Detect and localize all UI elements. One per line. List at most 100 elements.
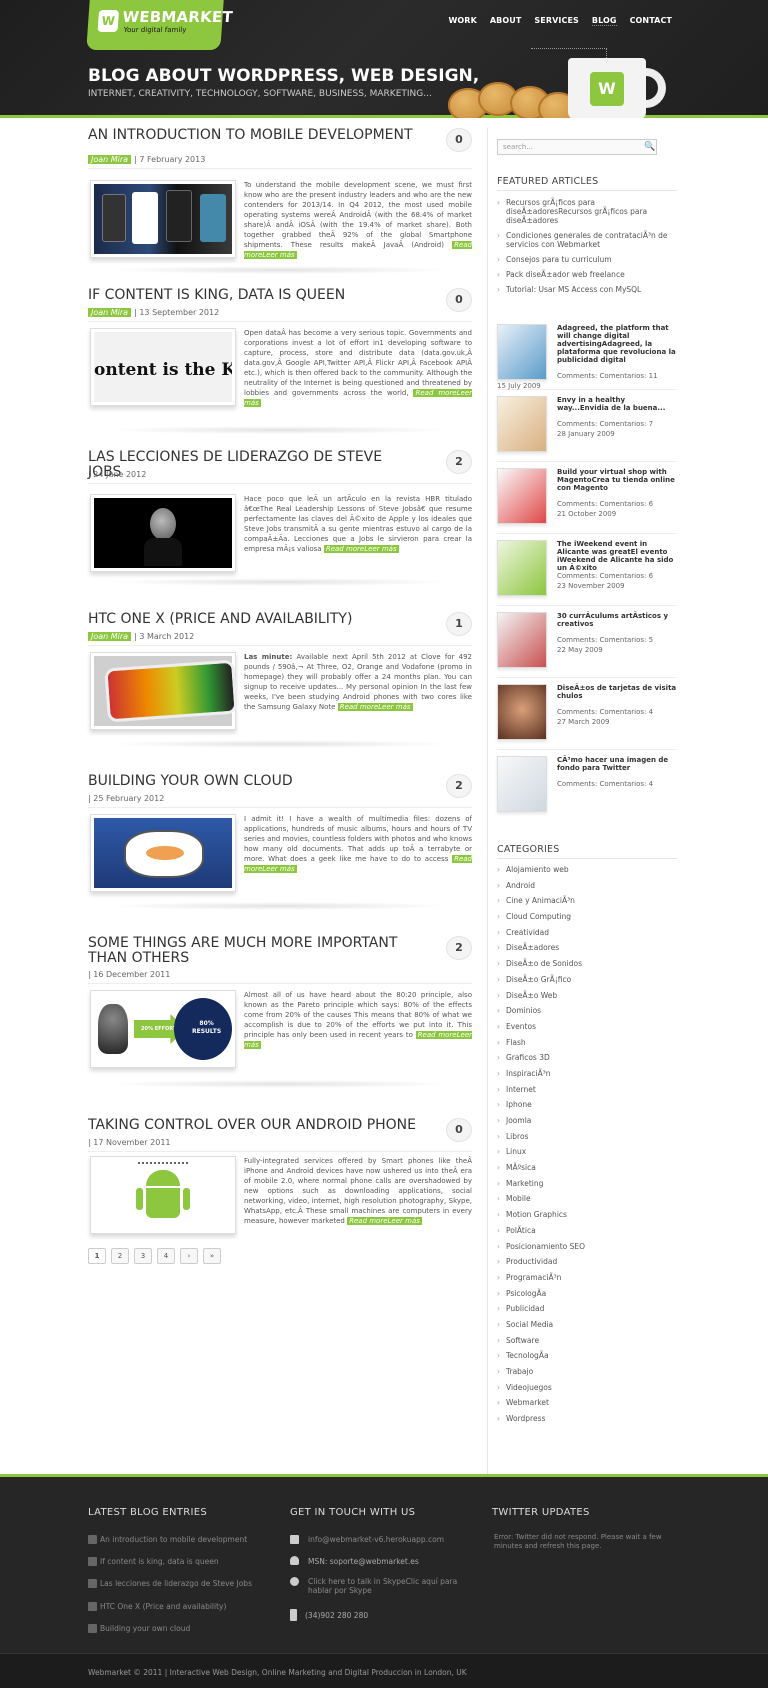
nav-services[interactable]: SERVICES [534,16,578,26]
category-link[interactable]: MÃºsica [497,1160,677,1176]
featured-item[interactable]: Recursos grÃ¡ficos para diseÃ±adoresRecu… [497,198,677,225]
category-link[interactable]: DiseÃ±adores [497,940,677,956]
featured-item[interactable]: Pack diseÃ±ador web freelance [497,270,677,279]
category-link[interactable]: Creatividad [497,925,677,941]
read-more-link[interactable]: Read moreLeer más [337,703,413,711]
comment-count-bubble[interactable]: 1 [446,612,472,636]
category-link[interactable]: Marketing [497,1176,677,1192]
recent-post-title[interactable]: Envy in a healthy way...Envidia de la bu… [557,396,677,412]
category-link[interactable]: Internet [497,1082,677,1098]
skype-link[interactable]: Click here to talk in SkypeClic aquí par… [308,1577,468,1595]
post-thumbnail[interactable] [90,1156,236,1234]
recent-post[interactable]: DiseÃ±os de tarjetas de visita chulos Co… [497,684,677,750]
post-thumbnail[interactable] [90,652,238,730]
comment-count-bubble[interactable]: 2 [446,450,472,474]
category-link[interactable]: ProgramaciÃ³n [497,1270,677,1286]
nav-work[interactable]: WORK [448,16,476,26]
search-icon[interactable]: 🔍 [644,142,655,152]
nav-contact[interactable]: CONTACT [630,16,672,26]
post-title[interactable]: IF CONTENT IS KING, DATA IS QUEEN [88,288,418,303]
recent-post-thumbnail[interactable] [497,540,547,596]
comment-count-bubble[interactable]: 0 [446,288,472,312]
category-link[interactable]: DiseÃ±o Web [497,988,677,1004]
featured-item[interactable]: Tutorial: Usar MS Access con MySQL [497,285,677,294]
category-link[interactable]: Dominios [497,1003,677,1019]
page-3[interactable]: 3 [134,1248,152,1264]
footer-latest-link[interactable]: Building your own cloud [100,1624,190,1633]
comment-count-bubble[interactable]: 0 [446,1118,472,1142]
category-link[interactable]: Wordpress [497,1411,677,1427]
category-link[interactable]: Productividad [497,1254,677,1270]
category-link[interactable]: Libros [497,1129,677,1145]
category-link[interactable]: DiseÃ±o de Sonidos [497,956,677,972]
comment-count-bubble[interactable]: 0 [446,128,472,152]
category-link[interactable]: Joomla [497,1113,677,1129]
read-more-link[interactable]: Read moreLeer más [323,545,399,553]
read-more-link[interactable]: Read moreLeer más [347,1217,422,1225]
category-link[interactable]: Posicionamiento SEO [497,1239,677,1255]
recent-post-title[interactable]: CÃ³mo hacer una imagen de fondo para Twi… [557,756,677,772]
page-4[interactable]: 4 [157,1248,175,1264]
footer-latest-link[interactable]: HTC One X (Price and availability) [100,1602,226,1611]
category-link[interactable]: Social Media [497,1317,677,1333]
category-link[interactable]: Trabajo [497,1364,677,1380]
category-link[interactable]: Alojamiento web [497,862,677,878]
category-link[interactable]: Videojuegos [497,1380,677,1396]
post-title[interactable]: BUILDING YOUR OWN CLOUD [88,774,418,789]
page-1[interactable]: 1 [88,1248,106,1264]
post-thumbnail[interactable]: ontent is the Ki [90,328,236,406]
recent-post[interactable]: The iWeekend event in Alicante was great… [497,540,677,606]
nav-about[interactable]: ABOUT [490,16,522,26]
post-thumbnail[interactable] [90,180,236,258]
recent-post[interactable]: Envy in a healthy way...Envidia de la bu… [497,396,677,462]
category-link[interactable]: DiseÃ±o GrÃ¡fico [497,972,677,988]
comment-count-bubble[interactable]: 2 [446,936,472,960]
recent-post-thumbnail[interactable] [497,396,547,452]
logo[interactable]: W WEBMARKET Your digital family [86,0,233,50]
post-author[interactable]: Joan Mira [88,155,132,164]
category-link[interactable]: Flash [497,1035,677,1051]
footer-latest-link[interactable]: If content is king, data is queen [100,1557,219,1566]
recent-post-thumbnail[interactable] [497,468,547,524]
email-link[interactable]: info@webmarket-v6.herokuapp.com [308,1535,444,1544]
recent-post-title[interactable]: 30 currÃculums artÃsticos y creativos [557,612,677,628]
recent-post[interactable]: Build your virtual shop with MagentoCrea… [497,468,677,534]
footer-latest-link[interactable]: An introduction to mobile development [100,1535,247,1544]
category-link[interactable]: Eventos [497,1019,677,1035]
post-author[interactable]: Joan Mira [88,632,132,641]
category-link[interactable]: PolÃtica [497,1223,677,1239]
category-link[interactable]: Cine y AnimaciÃ³n [497,893,677,909]
recent-post-thumbnail[interactable] [497,756,547,812]
recent-post[interactable]: CÃ³mo hacer una imagen de fondo para Twi… [497,756,677,822]
page-2[interactable]: 2 [111,1248,129,1264]
recent-post-title[interactable]: The iWeekend event in Alicante was great… [557,540,677,572]
recent-post[interactable]: 30 currÃculums artÃsticos y creativos Co… [497,612,677,678]
comment-count-bubble[interactable]: 2 [446,774,472,798]
post-title[interactable]: AN INTRODUCTION TO MOBILE DEVELOPMENT [88,128,418,143]
nav-blog[interactable]: BLOG [591,16,617,26]
post-title[interactable]: SOME THINGS ARE MUCH MORE IMPORTANT THAN… [88,936,418,966]
post-title[interactable]: HTC ONE X (PRICE AND AVAILABILITY) [88,612,418,627]
post-thumbnail[interactable]: 20% EFFORT 80% RESULTS [90,990,236,1068]
category-link[interactable]: Cloud Computing [497,909,677,925]
recent-post-thumbnail[interactable] [497,612,547,668]
category-link[interactable]: Linux [497,1144,677,1160]
category-link[interactable]: TecnologÃ­a [497,1348,677,1364]
recent-post[interactable]: Adagreed, the platform that will change … [497,324,677,390]
category-link[interactable]: Software [497,1333,677,1349]
category-link[interactable]: Iphone [497,1097,677,1113]
recent-post-title[interactable]: Build your virtual shop with MagentoCrea… [557,468,677,492]
post-author[interactable]: Joan Mira [88,308,132,317]
next-page-button[interactable]: › [180,1248,198,1264]
category-link[interactable]: Webmarket [497,1395,677,1411]
post-title[interactable]: TAKING CONTROL OVER OUR ANDROID PHONE [88,1118,418,1133]
category-link[interactable]: Mobile [497,1191,677,1207]
category-link[interactable]: Android [497,878,677,894]
featured-item[interactable]: Consejos para tu curriculum [497,255,677,264]
category-link[interactable]: Publicidad [497,1301,677,1317]
recent-post-title[interactable]: Adagreed, the platform that will change … [557,324,677,364]
category-link[interactable]: InspiraciÃ³n [497,1066,677,1082]
search-input[interactable]: search... [497,139,657,155]
category-link[interactable]: PsicologÃ­a [497,1286,677,1302]
category-link[interactable]: Motion Graphics [497,1207,677,1223]
